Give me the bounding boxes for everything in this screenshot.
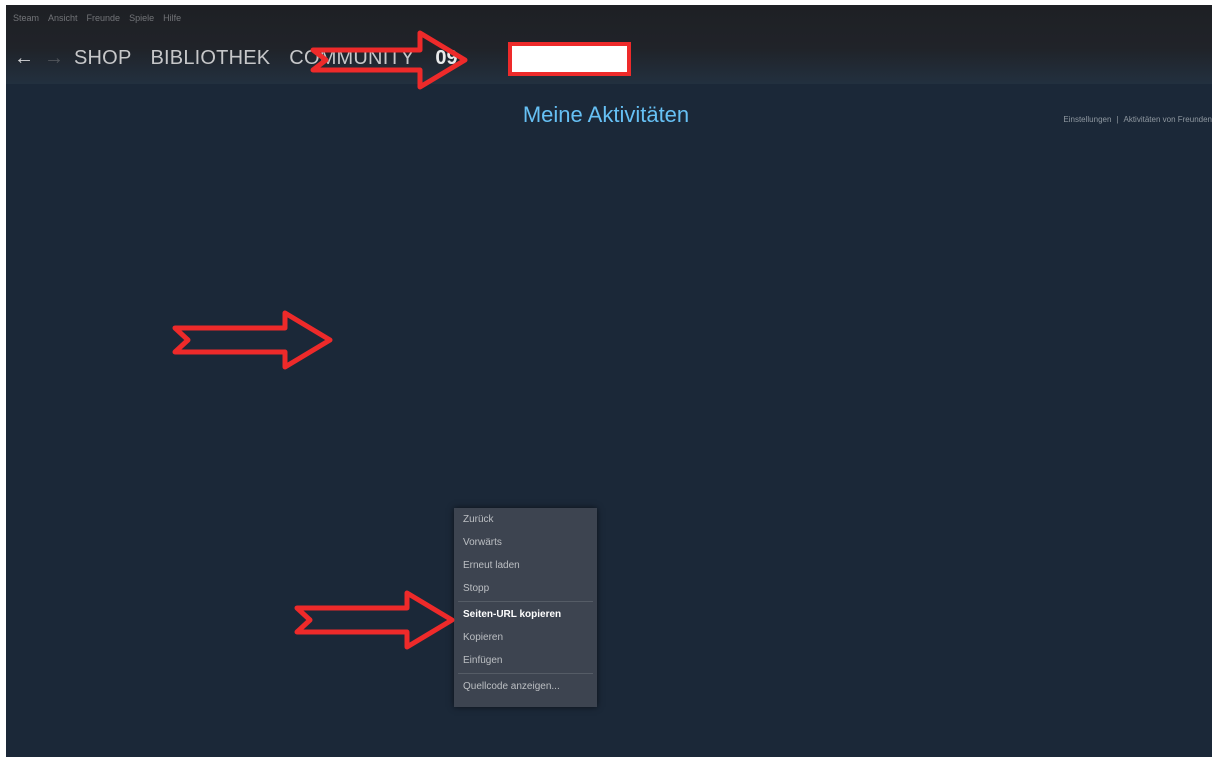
red-arrow-annotation-copy-url bbox=[294, 590, 455, 650]
annotation-layer bbox=[172, 30, 468, 650]
red-arrow-annotation-page bbox=[172, 310, 333, 370]
red-arrow-annotation-community bbox=[310, 30, 468, 90]
